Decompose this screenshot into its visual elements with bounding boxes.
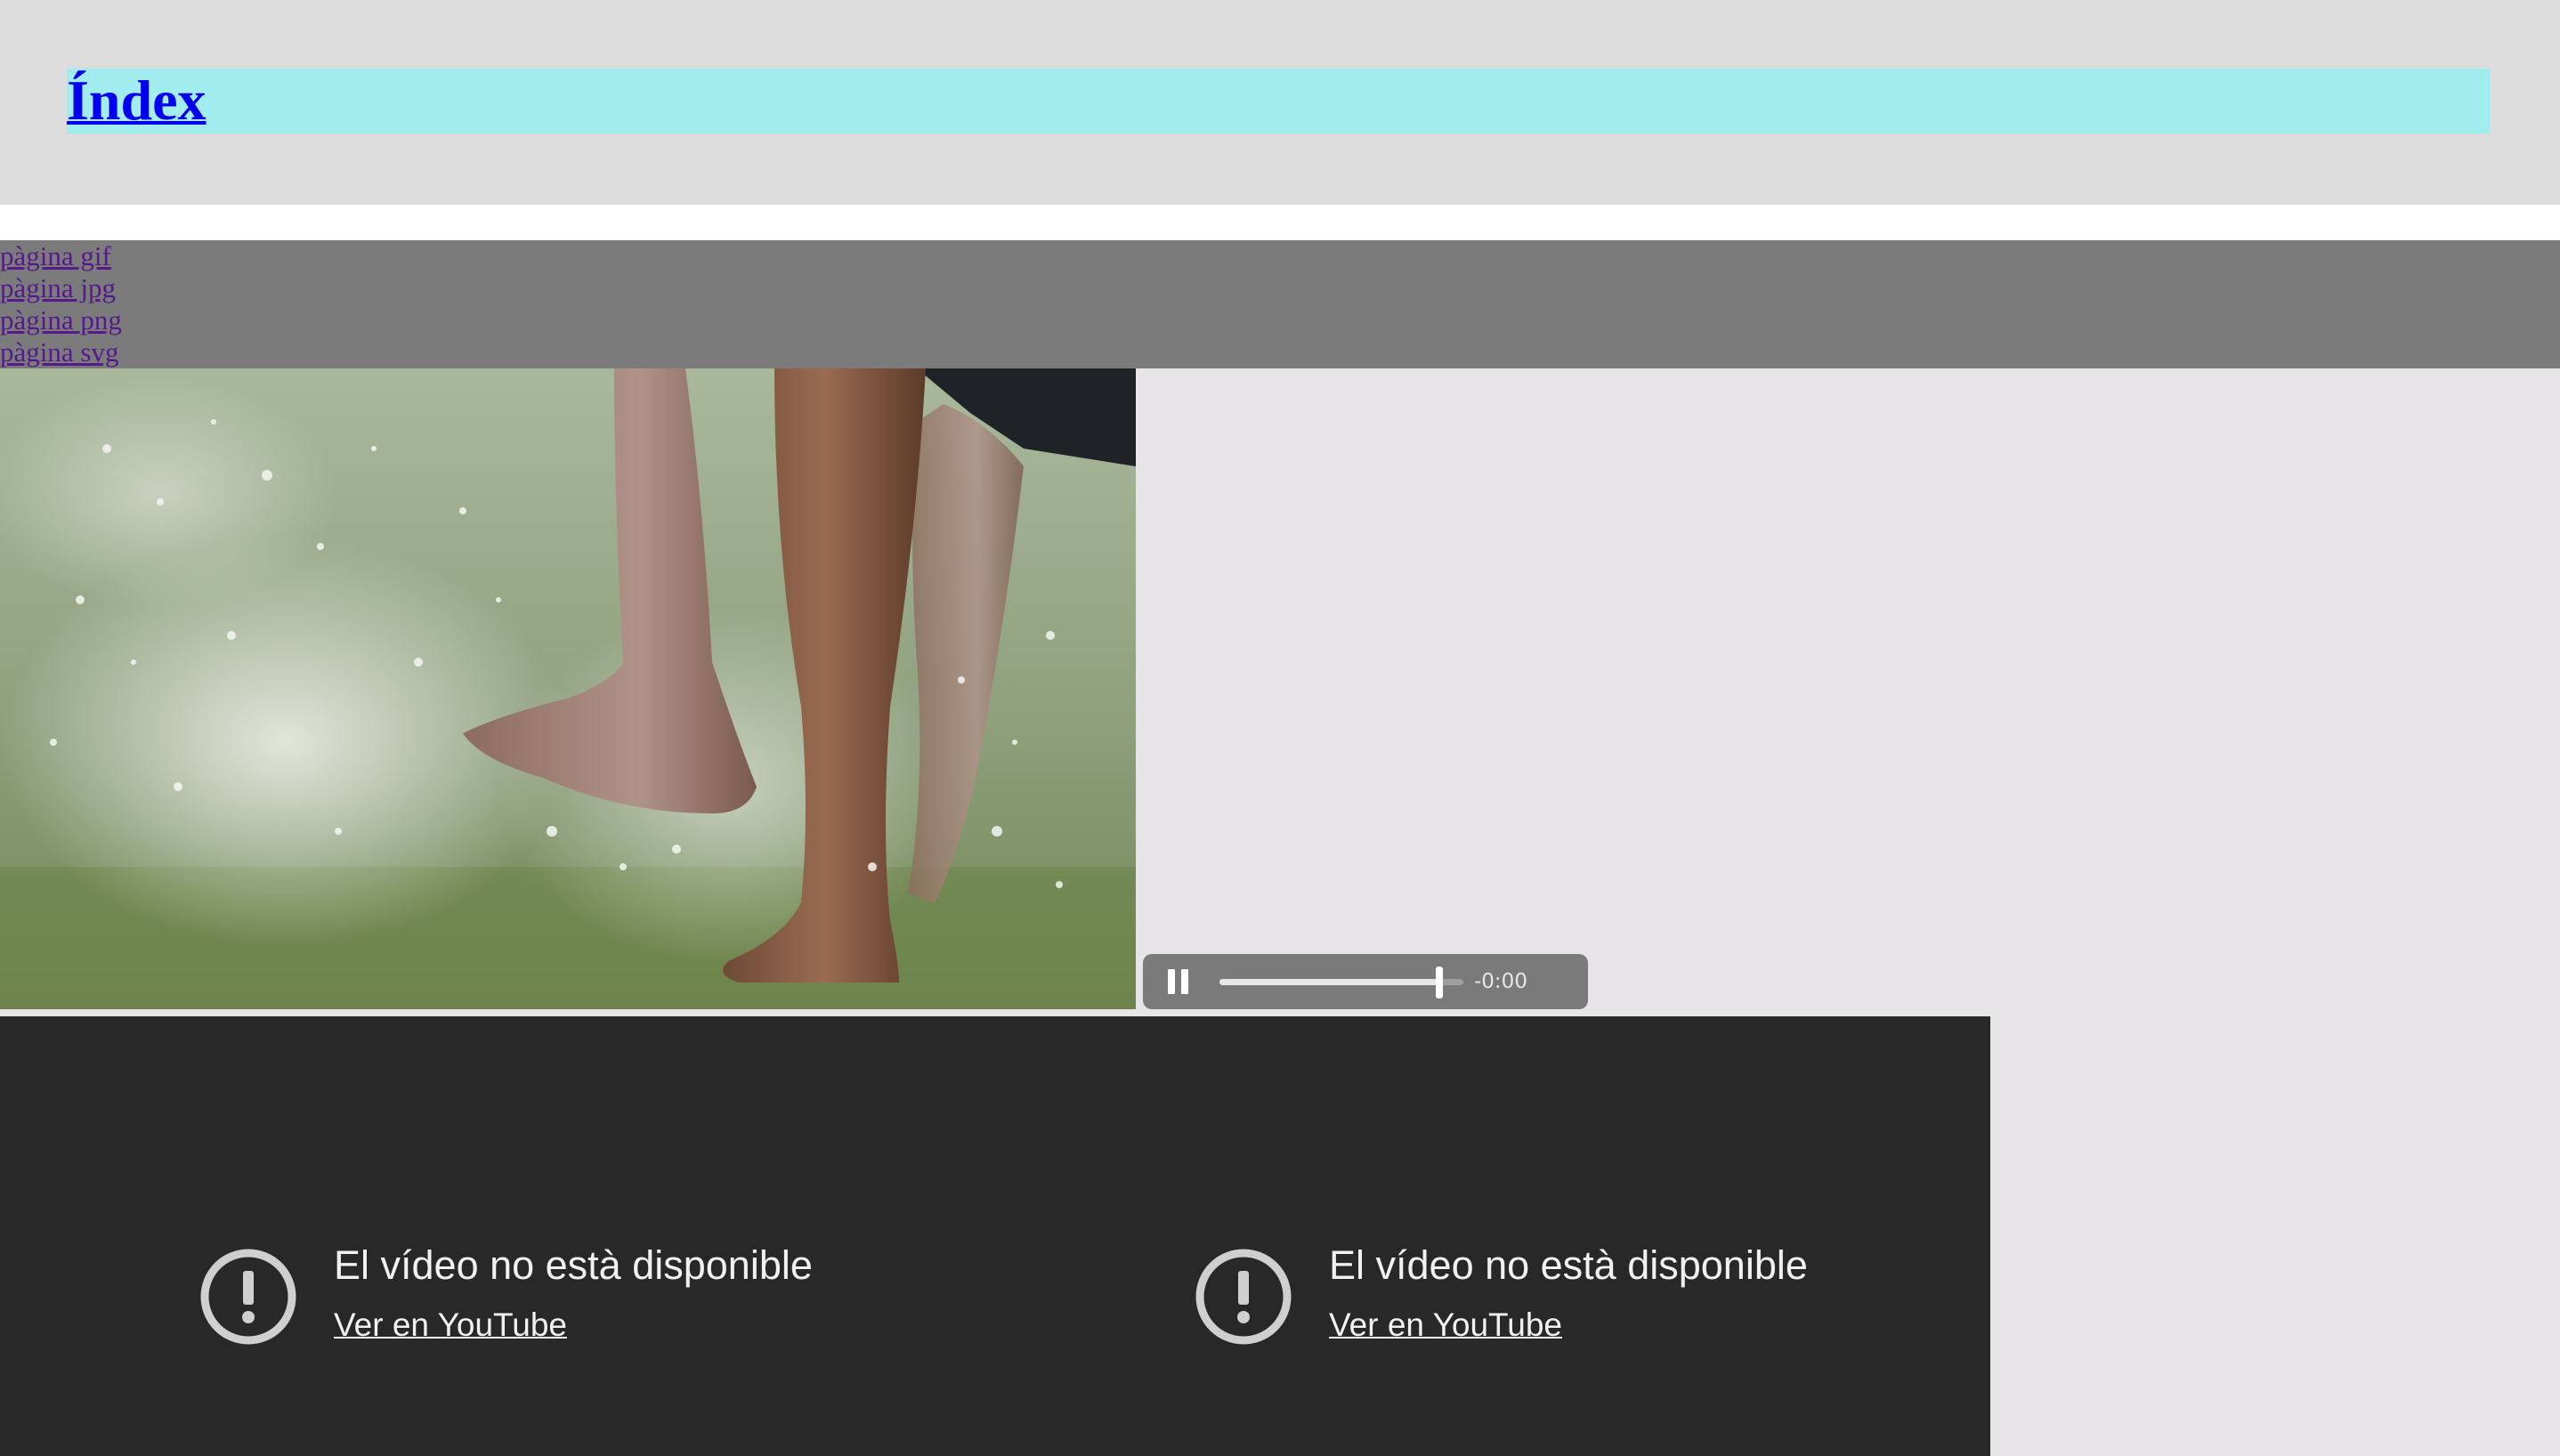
- video-controls: -0:00: [1143, 954, 1588, 1009]
- youtube-embed-1: El vídeo no està disponible Ver en YouTu…: [0, 1016, 995, 1456]
- watch-on-youtube-link[interactable]: Ver en YouTube: [334, 1305, 567, 1346]
- spacer-strip: [0, 205, 2560, 240]
- video-player[interactable]: [0, 368, 1136, 1009]
- watch-on-youtube-link[interactable]: Ver en YouTube: [1329, 1305, 1562, 1346]
- youtube-embeds: El vídeo no està disponible Ver en YouTu…: [0, 1016, 1990, 1456]
- progress-thumb[interactable]: [1435, 967, 1443, 999]
- video-frame-image: [0, 368, 1136, 1009]
- youtube-embed-2: El vídeo no està disponible Ver en YouTu…: [995, 1016, 1990, 1456]
- pause-icon[interactable]: [1168, 969, 1189, 994]
- page-header: Índex: [0, 0, 2560, 205]
- alert-icon: [200, 1249, 296, 1345]
- link-png-page[interactable]: pàgina png: [0, 304, 2560, 336]
- title-bar: Índex: [67, 69, 2490, 133]
- index-title-link[interactable]: Índex: [67, 65, 207, 136]
- alert-icon: [1195, 1249, 1292, 1345]
- link-gif-page[interactable]: pàgina gif: [0, 240, 2560, 272]
- unavailable-message: El vídeo no està disponible: [334, 1242, 813, 1288]
- link-jpg-page[interactable]: pàgina jpg: [0, 272, 2560, 304]
- page-links-nav: pàgina gif pàgina jpg pàgina png pàgina …: [0, 240, 2560, 368]
- progress-fill: [1219, 979, 1439, 985]
- time-remaining: -0:00: [1474, 970, 1527, 993]
- progress-slider[interactable]: [1219, 967, 1463, 999]
- link-svg-page[interactable]: pàgina svg: [0, 336, 2560, 368]
- unavailable-message: El vídeo no està disponible: [1329, 1242, 1808, 1288]
